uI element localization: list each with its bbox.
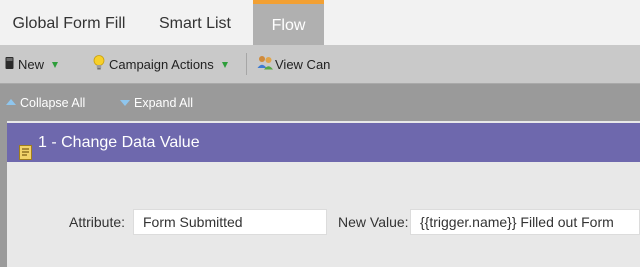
tab-smart-list[interactable]: Smart List bbox=[138, 0, 252, 45]
expand-all-button[interactable]: Expand All bbox=[120, 84, 193, 121]
new-value-field[interactable]: {{trigger.name}} Filled out Form bbox=[410, 209, 640, 235]
campaign-actions-label: Campaign Actions bbox=[109, 57, 214, 72]
flow-step-title: 1 - Change Data Value bbox=[38, 134, 200, 151]
attribute-label: Attribute: bbox=[69, 214, 126, 230]
users-icon bbox=[257, 46, 274, 85]
flow-step-header[interactable]: 1 - Change Data Value bbox=[7, 123, 640, 162]
chevron-down-icon bbox=[52, 61, 59, 68]
tab-flow[interactable]: Flow bbox=[253, 0, 324, 45]
flow-toolbar: New Campaign Actions View Can bbox=[0, 45, 640, 84]
lightbulb-icon bbox=[93, 46, 105, 85]
new-label: New bbox=[18, 57, 45, 72]
chevron-down-icon bbox=[221, 61, 228, 68]
collapse-all-button[interactable]: Collapse All bbox=[6, 84, 85, 121]
attribute-field[interactable]: Form Submitted bbox=[133, 209, 327, 235]
tree-toolbar: Collapse All Expand All bbox=[0, 84, 640, 121]
new-menu-button[interactable]: New bbox=[5, 45, 59, 85]
expand-icon bbox=[120, 99, 130, 106]
toolbar-divider bbox=[246, 53, 247, 75]
tab-global-form-fill[interactable]: Global Form Fill bbox=[0, 0, 138, 45]
view-label: View Can bbox=[275, 57, 331, 72]
content-left-gutter bbox=[0, 121, 7, 267]
new-value-label: New Value: bbox=[338, 214, 409, 230]
tab-bar: Global Form Fill Smart List Flow bbox=[0, 0, 640, 45]
flow-step-body: Attribute: Form Submitted New Value: {{t… bbox=[7, 162, 640, 267]
collapse-icon bbox=[6, 98, 16, 105]
collapse-all-label: Collapse All bbox=[20, 96, 86, 110]
view-button[interactable]: View Can bbox=[257, 45, 330, 83]
campaign-actions-button[interactable]: Campaign Actions bbox=[93, 45, 228, 83]
new-icon bbox=[5, 46, 14, 85]
expand-all-label: Expand All bbox=[134, 96, 194, 110]
